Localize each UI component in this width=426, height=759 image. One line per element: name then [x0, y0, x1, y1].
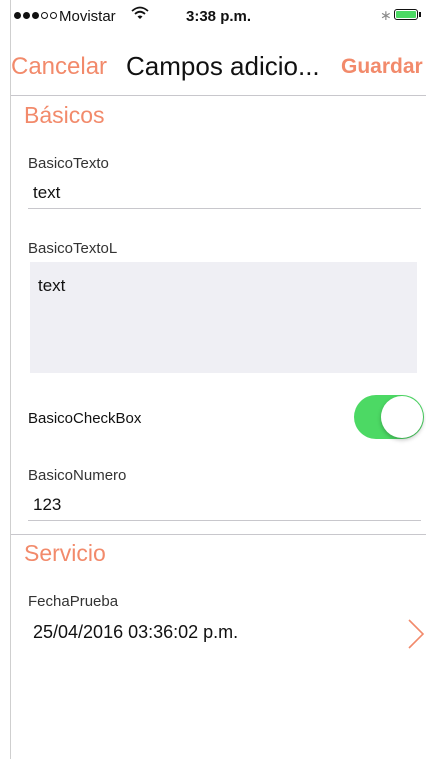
signal-dot: [41, 12, 48, 19]
section-separator: [11, 534, 426, 535]
screen: Movistar 3:38 p.m. ∗ Cancelar Campos adi…: [11, 0, 426, 759]
signal-dots-icon: [14, 12, 57, 19]
toggle-knob: [381, 396, 423, 438]
field-label-basico-checkbox: BasicoCheckBox: [28, 410, 142, 427]
battery-icon: [394, 9, 418, 20]
bluetooth-icon: ∗: [380, 7, 392, 23]
field-underline: [28, 520, 421, 521]
field-label-basico-numero: BasicoNumero: [28, 467, 127, 484]
chevron-right-icon[interactable]: [407, 618, 426, 650]
field-label-basico-texto-l: BasicoTextoL: [28, 240, 118, 257]
signal-dot: [50, 12, 57, 19]
basico-texto-input[interactable]: text: [33, 183, 60, 203]
battery-fill: [396, 11, 416, 18]
field-underline: [28, 208, 421, 209]
section-header-servicio: Servicio: [24, 540, 106, 566]
section-header-basicos: Básicos: [24, 102, 105, 128]
save-button[interactable]: Guardar: [341, 55, 423, 79]
signal-dot: [23, 12, 30, 19]
status-time: 3:38 p.m.: [186, 8, 252, 25]
signal-dot: [14, 12, 21, 19]
basico-numero-input[interactable]: 123: [33, 495, 61, 515]
page-title: Campos adicio...: [126, 51, 320, 81]
field-label-fecha-prueba: FechaPrueba: [28, 593, 119, 610]
carrier-name: Movistar: [59, 8, 116, 25]
signal-dot: [32, 12, 39, 19]
status-bar: Movistar 3:38 p.m. ∗: [11, 0, 426, 36]
field-label-basico-texto: BasicoTexto: [28, 155, 109, 172]
basico-checkbox-toggle[interactable]: [354, 395, 424, 439]
navigation-bar: Cancelar Campos adicio... Guardar: [11, 36, 426, 96]
wifi-icon: [131, 6, 149, 19]
basico-texto-l-textarea[interactable]: text: [30, 262, 417, 373]
fecha-prueba-value[interactable]: 25/04/2016 03:36:02 p.m.: [33, 622, 238, 643]
battery-tip: [419, 12, 421, 17]
cancel-button[interactable]: Cancelar: [11, 53, 107, 81]
